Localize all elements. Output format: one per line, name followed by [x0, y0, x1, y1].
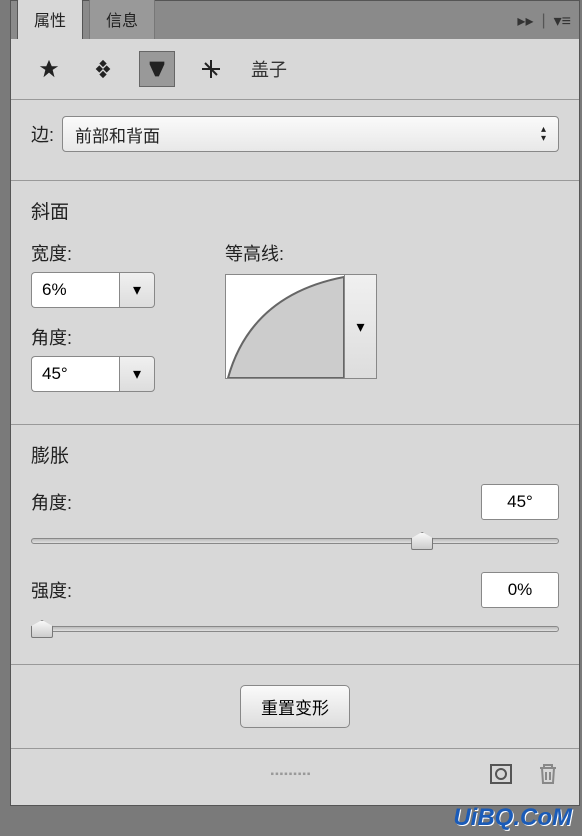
width-input[interactable]: [31, 272, 119, 308]
slider-thumb[interactable]: [31, 620, 53, 638]
edge-section: 边: 前部和背面 ▴▾: [11, 100, 579, 180]
menu-icon[interactable]: ▾≡: [554, 11, 571, 31]
inflate-strength-slider[interactable]: [31, 616, 559, 640]
inflate-section: 膨胀 角度: 强度:: [11, 425, 579, 664]
inflate-angle-input[interactable]: [481, 484, 559, 520]
inflate-angle-slider[interactable]: [31, 528, 559, 552]
inflate-title: 膨胀: [31, 441, 559, 468]
tab-properties[interactable]: 属性: [17, 0, 83, 39]
contour-label: 等高线:: [225, 244, 284, 264]
mesh-icon[interactable]: [31, 51, 67, 87]
angle-label: 角度:: [31, 324, 155, 350]
tab-controls: ▸▸ | ▾≡: [517, 11, 571, 31]
chevron-down-icon: ▾: [356, 317, 364, 337]
inflate-angle-label: 角度:: [31, 489, 72, 515]
bevel-section: 斜面 宽度: ▾ 角度: ▾: [11, 181, 579, 424]
contour-preview[interactable]: [225, 274, 345, 379]
edge-select[interactable]: 前部和背面 ▴▾: [62, 116, 559, 152]
chevron-down-icon: ▾: [133, 280, 141, 300]
edge-value: 前部和背面: [75, 122, 160, 147]
bevel-title: 斜面: [31, 197, 559, 224]
grip-icon: ▪▪▪▪▪▪▪▪▪: [271, 769, 312, 780]
reset-button[interactable]: 重置变形: [240, 685, 350, 728]
inflate-strength-label: 强度:: [31, 577, 72, 603]
deform-icon[interactable]: [85, 51, 121, 87]
angle-dropdown[interactable]: ▾: [119, 356, 155, 392]
chevron-down-icon: ▾: [133, 364, 141, 384]
slider-thumb[interactable]: [411, 532, 433, 550]
toolbar-label: 盖子: [251, 56, 287, 82]
watermark: UiBQ.CoM: [453, 804, 572, 832]
tab-info[interactable]: 信息: [89, 0, 155, 39]
expand-icon[interactable]: ▸▸: [517, 11, 533, 31]
angle-input[interactable]: [31, 356, 119, 392]
coordinates-icon[interactable]: [193, 51, 229, 87]
updown-icon: ▴▾: [541, 125, 546, 143]
reset-row: 重置变形: [11, 665, 579, 748]
edge-label: 边:: [31, 121, 54, 147]
width-dropdown[interactable]: ▾: [119, 272, 155, 308]
width-label: 宽度:: [31, 240, 155, 266]
contour-dropdown[interactable]: ▾: [345, 274, 377, 379]
trash-icon[interactable]: [537, 762, 559, 792]
tab-bar: 属性 信息 ▸▸ | ▾≡: [11, 1, 579, 39]
cap-icon[interactable]: [139, 51, 175, 87]
render-icon[interactable]: [489, 763, 513, 791]
toolbar: 盖子: [11, 39, 579, 99]
inflate-strength-input[interactable]: [481, 572, 559, 608]
